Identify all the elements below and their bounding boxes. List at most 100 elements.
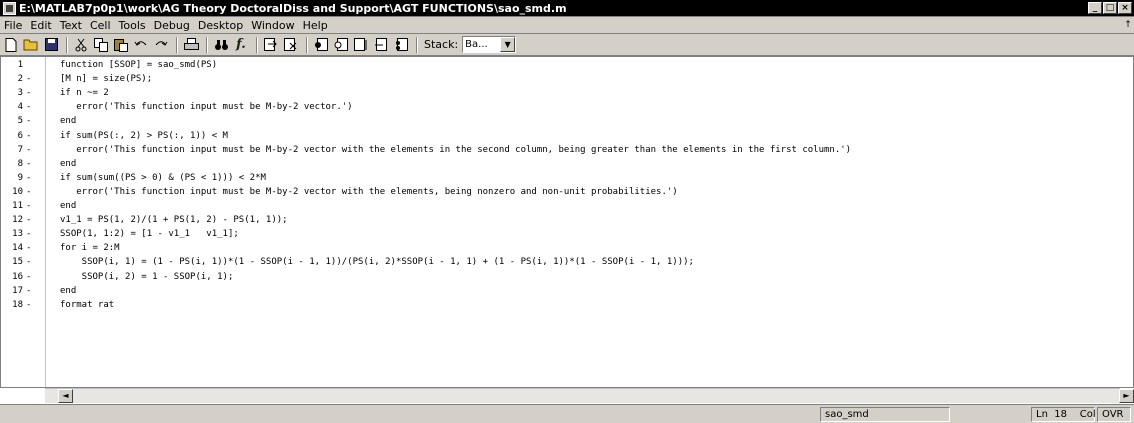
code-line[interactable]: 4- error('This function input must be M-… — [1, 101, 1131, 113]
find-binoculars-icon[interactable] — [212, 36, 230, 54]
code-line[interactable]: 9- if sum(sum((PS > 0) & (PS < 1))) < 2*M — [1, 172, 1131, 184]
undo-icon[interactable] — [132, 36, 150, 54]
executable-line-marker[interactable]: - — [26, 172, 31, 184]
window-controls: _ □ × — [1088, 2, 1132, 14]
executable-line-marker[interactable]: - — [26, 242, 31, 254]
code-text[interactable]: [M n] = size(PS); — [60, 73, 152, 85]
menu-help[interactable]: Help — [299, 19, 332, 32]
menu-edit[interactable]: Edit — [26, 19, 55, 32]
stack-label: Stack: — [424, 38, 459, 51]
stack-dropdown[interactable]: Ba... ▼ — [462, 36, 517, 53]
executable-line-marker[interactable]: - — [26, 271, 31, 283]
executable-line-marker[interactable]: - — [26, 73, 31, 85]
executable-line-marker[interactable]: - — [26, 101, 31, 113]
executable-line-marker[interactable]: - — [26, 115, 31, 127]
scroll-left-arrow-icon[interactable]: ◄ — [58, 389, 73, 403]
code-line[interactable]: 11- end — [1, 200, 1131, 212]
menu-cell[interactable]: Cell — [86, 19, 115, 32]
code-line[interactable]: 18- format rat — [1, 299, 1131, 311]
code-line[interactable]: 10- error('This function input must be M… — [1, 186, 1131, 198]
executable-line-marker[interactable]: - — [26, 130, 31, 142]
maximize-button[interactable]: □ — [1103, 2, 1117, 14]
executable-line-marker[interactable]: - — [26, 144, 31, 156]
scroll-right-arrow-icon[interactable]: ► — [1119, 389, 1134, 403]
menu-debug[interactable]: Debug — [150, 19, 194, 32]
code-text[interactable]: error('This function input must be M-by-… — [60, 101, 352, 113]
code-text[interactable]: if sum(sum((PS > 0) & (PS < 1))) < 2*M — [60, 172, 266, 184]
chevron-down-icon[interactable]: ▼ — [500, 37, 516, 52]
code-line[interactable]: 2- [M n] = size(PS); — [1, 73, 1131, 85]
redo-icon[interactable] — [152, 36, 170, 54]
copy-icon[interactable] — [92, 36, 110, 54]
new-file-icon[interactable] — [2, 36, 20, 54]
function-browser-icon[interactable]: f. — [232, 36, 250, 54]
open-folder-icon[interactable] — [22, 36, 40, 54]
code-text[interactable]: if n ~= 2 — [60, 87, 109, 99]
code-line[interactable]: 16- SSOP(i, 2) = 1 - SSOP(i, 1); — [1, 271, 1131, 283]
code-text[interactable]: end — [60, 200, 76, 212]
code-text[interactable]: if sum(PS(:, 2) > PS(:, 1)) < M — [60, 130, 228, 142]
code-text[interactable]: SSOP(i, 2) = 1 - SSOP(i, 1); — [60, 271, 234, 283]
code-line[interactable]: 12- v1_1 = PS(1, 2)/(1 + PS(1, 2) - PS(1,… — [1, 214, 1131, 226]
executable-line-marker[interactable]: - — [26, 214, 31, 226]
step-in-icon[interactable] — [372, 36, 390, 54]
show-current-line-icon[interactable] — [262, 36, 280, 54]
paste-icon[interactable] — [112, 36, 130, 54]
line-number: 17 — [12, 285, 23, 296]
code-text[interactable]: SSOP(1, 1:2) = [1 - v1_1 v1_1]; — [60, 228, 239, 240]
code-line[interactable]: 7- error('This function input must be M-… — [1, 144, 1131, 156]
code-text[interactable]: v1_1 = PS(1, 2)/(1 + PS(1, 2) - PS(1, 1)… — [60, 214, 288, 226]
executable-line-marker[interactable]: - — [26, 87, 31, 99]
code-text[interactable]: end — [60, 285, 76, 297]
undock-arrow-icon[interactable]: ↑ — [1122, 20, 1134, 30]
line-number: 1 — [17, 60, 23, 70]
code-editor[interactable]: 1 function [SSOP] = sao_smd(PS) 2- [M n] = … — [0, 56, 1134, 388]
executable-line-marker[interactable]: - — [26, 285, 31, 297]
menu-window[interactable]: Window — [247, 19, 298, 32]
line-number: 15 — [12, 257, 23, 268]
code-text[interactable]: end — [60, 115, 76, 127]
code-text[interactable]: function [SSOP] = sao_smd(PS) — [60, 59, 217, 71]
menu-desktop[interactable]: Desktop — [194, 19, 247, 32]
clear-all-breakpoints-icon[interactable] — [332, 36, 350, 54]
print-icon[interactable] — [182, 36, 200, 54]
code-text[interactable]: error('This function input must be M-by-… — [60, 186, 677, 198]
code-line[interactable]: 6- if sum(PS(:, 2) > PS(:, 1)) < M — [1, 130, 1131, 142]
code-text[interactable]: end — [60, 158, 76, 170]
code-line[interactable]: 8- end — [1, 158, 1131, 170]
executable-line-marker[interactable]: - — [26, 158, 31, 170]
executable-line-marker[interactable]: - — [26, 299, 31, 311]
minimize-button[interactable]: _ — [1088, 2, 1102, 14]
code-line[interactable]: 17- end — [1, 285, 1131, 297]
executable-line-marker[interactable]: - — [26, 256, 31, 268]
code-line[interactable]: 1 function [SSOP] = sao_smd(PS) — [1, 59, 1131, 71]
code-line[interactable]: 13- SSOP(1, 1:2) = [1 - v1_1 v1_1]; — [1, 228, 1131, 240]
menu-file[interactable]: File — [0, 19, 26, 32]
horizontal-scrollbar[interactable]: ◄ ► — [45, 388, 1134, 403]
code-text[interactable]: SSOP(i, 1) = (1 - PS(i, 1))*(1 - SSOP(i … — [60, 256, 694, 268]
set-breakpoint-icon[interactable] — [312, 36, 330, 54]
save-icon[interactable] — [42, 36, 60, 54]
code-text[interactable]: error('This function input must be M-by-… — [60, 144, 851, 156]
clear-breakpoints-icon[interactable] — [282, 36, 300, 54]
matlab-app-icon[interactable] — [3, 1, 16, 15]
executable-line-marker[interactable]: - — [26, 186, 31, 198]
toolbar-separator — [176, 36, 178, 53]
menu-text[interactable]: Text — [56, 19, 86, 32]
step-icon[interactable] — [352, 36, 370, 54]
cut-icon[interactable] — [72, 36, 90, 54]
executable-line-marker[interactable]: - — [26, 200, 31, 212]
code-text[interactable]: for i = 2:M — [60, 242, 120, 254]
code-text[interactable]: format rat — [60, 299, 114, 311]
executable-line-marker[interactable]: - — [26, 228, 31, 240]
code-line[interactable]: 14- for i = 2:M — [1, 242, 1131, 254]
code-line[interactable]: 5- end — [1, 115, 1131, 127]
toolbar-separator — [416, 36, 418, 53]
step-out-icon[interactable] — [392, 36, 410, 54]
code-line[interactable]: 15- SSOP(i, 1) = (1 - PS(i, 1))*(1 - SSO… — [1, 256, 1131, 268]
code-line[interactable]: 3- if n ~= 2 — [1, 87, 1131, 99]
close-button[interactable]: × — [1118, 2, 1132, 14]
menu-tools[interactable]: Tools — [115, 19, 150, 32]
line-number: 10 — [12, 186, 23, 197]
line-number: 9 — [17, 172, 23, 183]
